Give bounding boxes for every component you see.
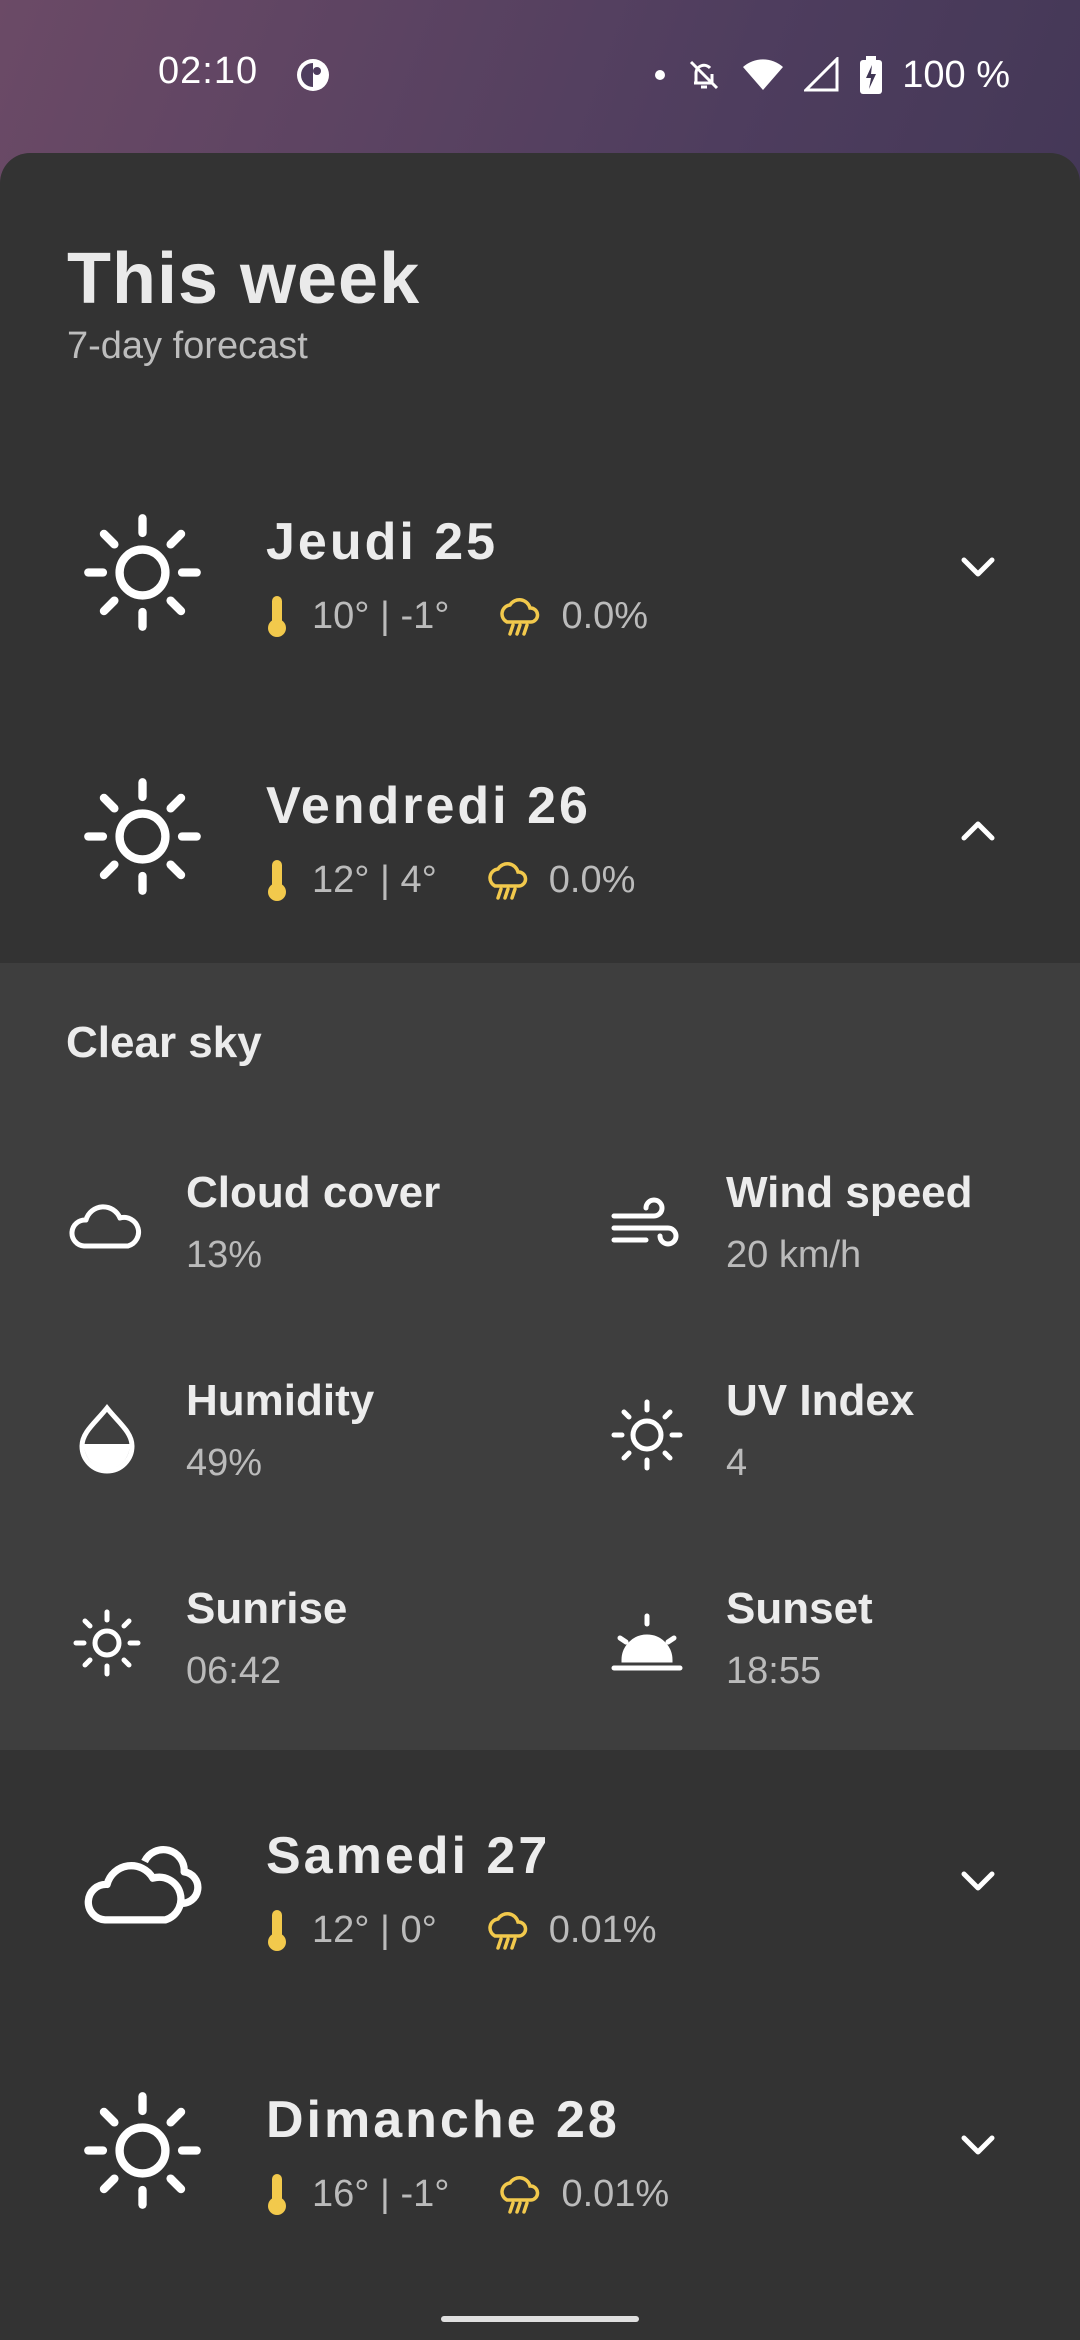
rain-icon [488, 862, 528, 900]
bell-off-icon [690, 60, 719, 90]
thermometer-icon [268, 1910, 286, 1951]
chevron-down-icon[interactable] [956, 545, 1000, 589]
cloud-outline-icon [69, 1204, 142, 1249]
day-row-dimanche[interactable]: Dimanche 28 16° | -1° 0.01% [0, 2038, 1080, 2248]
day-precip: 0.0% [548, 858, 636, 901]
page-title: This week [67, 239, 421, 319]
status-time: 02:10 [158, 50, 259, 92]
rain-icon [500, 2176, 540, 2214]
cloud-icon [84, 1846, 202, 1924]
detail-value: 13% [186, 1234, 263, 1276]
sun-icon [84, 2092, 201, 2209]
detail-label: Humidity [186, 1376, 375, 1425]
wind-icon [611, 1197, 679, 1247]
page-subtitle: 7-day forecast [67, 325, 308, 367]
detail-sunrise: Sunrise 06:42 [66, 1584, 546, 1704]
day-name: Samedi 27 [266, 1827, 551, 1885]
detail-value: 06:42 [186, 1650, 282, 1692]
status-icons: 100 % [654, 50, 1010, 100]
notification-dot-icon [655, 70, 666, 80]
day-row-samedi[interactable]: Samedi 27 12° | 0° 0.01% [0, 1774, 1080, 1984]
sunrise-icon [73, 1609, 141, 1677]
thermometer-icon [268, 596, 286, 637]
day-meta: 12° | 4° 0.0% [266, 856, 635, 904]
detail-value: 49% [186, 1442, 263, 1484]
detail-label: UV Index [726, 1376, 915, 1425]
battery-charging-icon [860, 56, 883, 94]
rain-icon [488, 1912, 528, 1950]
day-name: Dimanche 28 [266, 2091, 620, 2149]
forecast-sheet: This week 7-day forecast Jeudi 25 10° | … [0, 153, 1080, 2340]
day-details-panel: Clear sky Cloud cover 13% Wind speed 20 … [0, 963, 1080, 1750]
thermometer-icon [268, 860, 286, 901]
day-row-jeudi[interactable]: Jeudi 25 10° | -1° 0.0% [0, 460, 1080, 670]
app-status-icon [297, 59, 329, 91]
detail-value: 4 [726, 1442, 748, 1484]
day-temps: 12° | 4° [312, 858, 437, 901]
weather-condition: Clear sky [66, 1018, 262, 1067]
thermometer-icon [268, 2174, 286, 2215]
detail-humidity: Humidity 49% [66, 1376, 546, 1496]
chevron-down-icon[interactable] [956, 1859, 1000, 1903]
wifi-icon [743, 59, 784, 90]
detail-label: Wind speed [726, 1168, 973, 1217]
day-temps: 12° | 0° [312, 1908, 437, 1951]
detail-value: 18:55 [726, 1650, 822, 1692]
uv-sun-icon [611, 1399, 683, 1471]
rain-icon [500, 598, 540, 636]
day-meta: 16° | -1° 0.01% [266, 2170, 669, 2218]
sunset-icon [611, 1613, 683, 1671]
detail-label: Sunrise [186, 1584, 348, 1633]
day-name: Vendredi 26 [266, 777, 591, 835]
day-precip: 0.01% [548, 1908, 657, 1951]
chevron-up-icon[interactable] [956, 809, 1000, 853]
sun-icon [84, 514, 201, 631]
day-meta: 10° | -1° 0.0% [266, 592, 648, 640]
detail-label: Sunset [726, 1584, 873, 1633]
day-name: Jeudi 25 [266, 513, 499, 571]
day-meta: 12° | 0° 0.01% [266, 1906, 657, 1954]
detail-wind-speed: Wind speed 20 km/h [606, 1168, 1080, 1288]
day-temps: 16° | -1° [312, 2172, 450, 2215]
detail-label: Cloud cover [186, 1168, 441, 1217]
day-precip: 0.0% [561, 594, 649, 637]
battery-percent: 100 % [902, 53, 1010, 96]
detail-uv-index: UV Index 4 [606, 1376, 1080, 1496]
humidity-drop-icon [79, 1403, 135, 1474]
status-bar: 02:10 100 % [0, 0, 1080, 150]
signal-icon [804, 57, 839, 92]
day-precip: 0.01% [561, 2172, 670, 2215]
chevron-down-icon[interactable] [956, 2123, 1000, 2167]
detail-sunset: Sunset 18:55 [606, 1584, 1080, 1704]
home-indicator[interactable] [441, 2316, 639, 2322]
day-temps: 10° | -1° [312, 594, 450, 637]
day-row-vendredi[interactable]: Vendredi 26 12° | 4° 0.0% [0, 724, 1080, 934]
detail-value: 20 km/h [726, 1234, 862, 1276]
detail-cloud-cover: Cloud cover 13% [66, 1168, 546, 1288]
sun-icon [84, 778, 201, 895]
